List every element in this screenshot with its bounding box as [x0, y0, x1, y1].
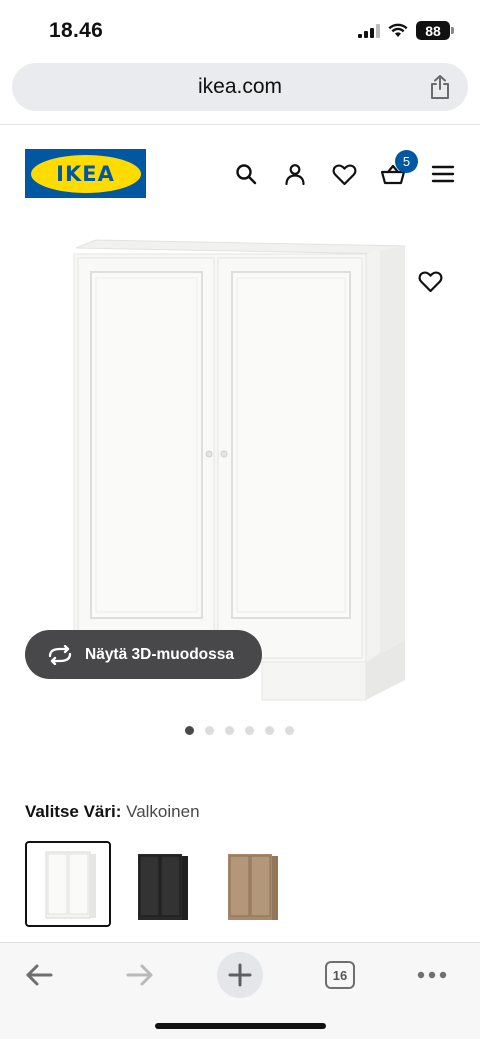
header-divider [0, 124, 480, 125]
cellular-signal-icon [358, 23, 380, 38]
view-3d-button[interactable]: Näytä 3D-muodossa [25, 630, 262, 679]
arrow-right-icon [126, 964, 153, 986]
status-time: 18.46 [49, 19, 104, 42]
color-selector-label: Valitse Väri: Valkoinen [25, 802, 200, 822]
plus-icon [217, 952, 263, 998]
home-indicator [155, 1023, 326, 1029]
forward-button[interactable] [116, 951, 164, 999]
color-selected-value: Valkoinen [126, 802, 200, 821]
cart-count-badge: 5 [395, 150, 418, 173]
rotate-3d-icon [48, 644, 72, 665]
url-bar[interactable]: ikea.com [12, 63, 468, 111]
tabs-button[interactable]: 16 [316, 951, 364, 999]
arrow-left-icon [26, 964, 53, 986]
new-tab-button[interactable] [216, 951, 264, 999]
carousel-dot[interactable] [245, 726, 254, 735]
user-icon[interactable] [282, 161, 308, 187]
ikea-logo[interactable]: IKEA [25, 149, 146, 198]
heart-icon[interactable] [331, 161, 357, 187]
status-bar: 18.46 88 [0, 0, 480, 60]
more-horizontal-icon [417, 971, 447, 979]
share-icon[interactable] [428, 74, 452, 105]
back-button[interactable] [15, 951, 63, 999]
status-icons: 88 [358, 21, 454, 40]
add-to-favourites-button[interactable] [416, 267, 444, 295]
carousel-dot[interactable] [205, 726, 214, 735]
tab-count: 16 [325, 961, 355, 989]
carousel-dot[interactable] [185, 726, 194, 735]
search-icon[interactable] [233, 161, 259, 187]
logo-text: IKEA [56, 161, 115, 186]
browser-toolbar: 16 [0, 942, 480, 1039]
more-options-button[interactable] [408, 951, 456, 999]
color-label-title: Valitse Väri: [25, 802, 122, 821]
wifi-icon [388, 23, 408, 37]
logo-oval: IKEA [30, 154, 141, 193]
carousel-dot[interactable] [265, 726, 274, 735]
heart-icon [418, 271, 442, 292]
menu-icon[interactable] [430, 161, 456, 187]
color-swatch-white[interactable] [25, 841, 111, 927]
color-swatch-black[interactable] [117, 841, 203, 927]
url-text[interactable]: ikea.com [12, 75, 468, 99]
battery-indicator: 88 [416, 21, 454, 40]
carousel-dot[interactable] [225, 726, 234, 735]
color-swatch-oak[interactable] [207, 841, 293, 927]
view-3d-label: Näytä 3D-muodossa [85, 645, 235, 663]
carousel-dot[interactable] [285, 726, 294, 735]
image-carousel-dots[interactable] [185, 726, 294, 735]
